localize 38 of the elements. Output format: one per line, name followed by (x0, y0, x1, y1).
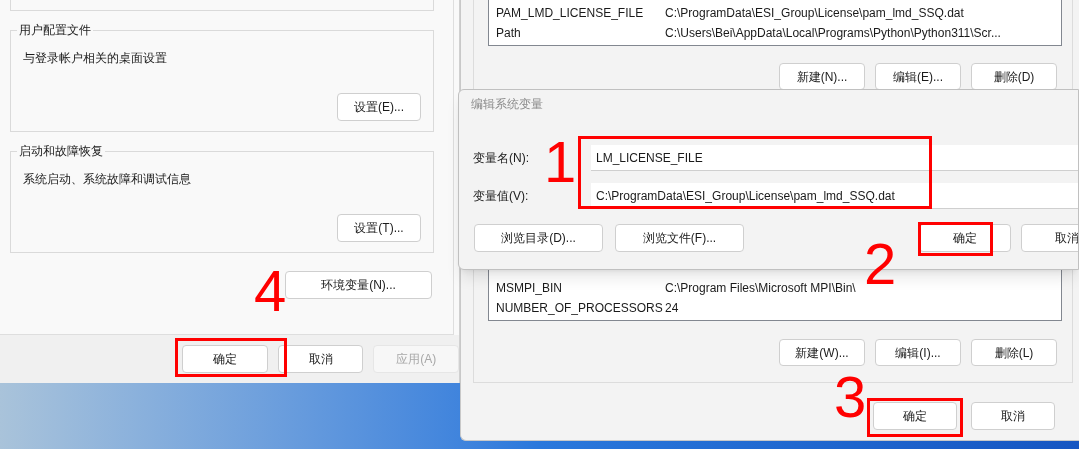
variable-value: C:\Users\Bei\AppData\Local\Programs\Python\Python311\Scr... (665, 25, 1001, 42)
dialog-title: 编辑系统变量 (471, 96, 543, 113)
group-description: 与登录帐户相关的桌面设置 (23, 50, 168, 67)
variable-value: C:\Program Files\Microsoft MPI\Bin\ (665, 280, 856, 297)
variable-value: C:\ProgramData\ESI_Group\License\pam_lmd_SSQ.dat (665, 5, 964, 22)
settings-button[interactable]: 设置(E)... (337, 93, 421, 121)
dialog-button[interactable]: 确定 (873, 402, 957, 430)
group-title: 启动和故障恢复 (18, 143, 104, 160)
annotation-number: 3 (834, 365, 867, 429)
field-label: 变量值(V): (473, 188, 530, 205)
browse-button[interactable]: 浏览目录(D)... (474, 224, 603, 252)
variable-name: Path (496, 25, 522, 42)
dialog-button[interactable]: 确定 (182, 345, 268, 373)
list-action-button[interactable]: 删除(L) (971, 339, 1057, 366)
variable-name: MSMPI_BIN (496, 280, 563, 297)
group-description: 系统启动、系统故障和调试信息 (23, 171, 192, 188)
dialog-button[interactable]: 确定 (919, 224, 1011, 252)
dialog-button[interactable]: 取消 (971, 402, 1055, 430)
text-input-field[interactable]: C:\ProgramData\ESI_Group\License\pam_lmd_SSQ.dat (591, 183, 1078, 209)
list-action-button[interactable]: 新建(N)... (779, 63, 865, 90)
annotation-number: 1 (544, 130, 577, 194)
annotation-number: 2 (864, 232, 897, 296)
environment-variables-button[interactable]: 环境变量(N)... (285, 271, 432, 299)
dialog-button[interactable]: 取消 (1021, 224, 1078, 252)
text-input-field[interactable]: LM_LICENSE_FILE (591, 145, 1078, 171)
list-action-button[interactable]: 编辑(I)... (875, 339, 961, 366)
settings-button[interactable]: 设置(T)... (337, 214, 421, 242)
field-label: 变量名(N): (473, 150, 530, 167)
variable-name: PAM_LMD_LICENSE_FILE (496, 5, 645, 22)
list-action-button[interactable]: 编辑(E)... (875, 63, 961, 90)
variable-name: NUMBER_OF_PROCESSORS (496, 300, 664, 317)
annotation-number: 4 (254, 259, 287, 323)
variable-value: 24 (665, 300, 679, 317)
dialog-button[interactable]: 取消 (277, 345, 364, 373)
list-action-button[interactable]: 新建(W)... (779, 339, 865, 366)
list-action-button[interactable]: 删除(D) (971, 63, 1057, 90)
browse-button[interactable]: 浏览文件(F)... (615, 224, 744, 252)
group-title: 用户配置文件 (18, 22, 92, 39)
